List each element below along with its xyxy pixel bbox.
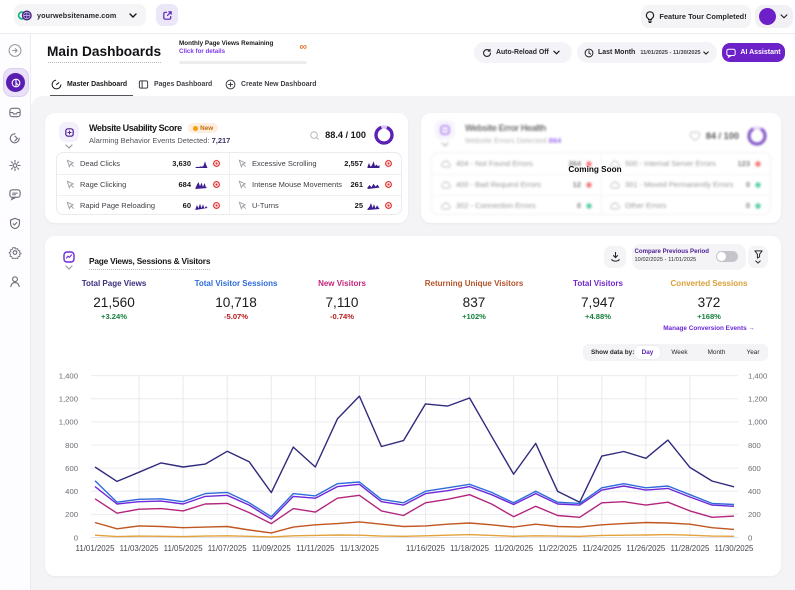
svg-text:11/01/2025: 11/01/2025 [76,544,116,553]
svg-text:800: 800 [748,441,761,450]
svg-text:0: 0 [74,533,78,542]
svg-text:11/03/2025: 11/03/2025 [120,544,160,553]
svg-text:11/18/2025: 11/18/2025 [450,544,490,553]
svg-text:11/26/2025: 11/26/2025 [626,544,666,553]
svg-text:1,000: 1,000 [59,418,78,427]
svg-text:11/16/2025: 11/16/2025 [406,544,446,553]
svg-text:600: 600 [65,464,78,473]
svg-text:11/05/2025: 11/05/2025 [164,544,204,553]
svg-text:11/07/2025: 11/07/2025 [208,544,248,553]
svg-text:11/13/2025: 11/13/2025 [340,544,380,553]
svg-text:1,400: 1,400 [59,371,78,380]
svg-text:200: 200 [748,510,761,519]
svg-text:11/09/2025: 11/09/2025 [252,544,292,553]
svg-text:1,200: 1,200 [59,395,78,404]
svg-text:0: 0 [748,533,752,542]
svg-text:11/20/2025: 11/20/2025 [494,544,534,553]
svg-text:1,000: 1,000 [748,418,767,427]
svg-text:200: 200 [65,510,78,519]
svg-text:400: 400 [748,487,761,496]
svg-text:600: 600 [748,464,761,473]
svg-text:11/28/2025: 11/28/2025 [670,544,710,553]
svg-text:11/24/2025: 11/24/2025 [582,544,622,553]
svg-text:11/30/2025: 11/30/2025 [715,544,755,553]
svg-text:800: 800 [65,441,78,450]
svg-text:11/22/2025: 11/22/2025 [538,544,578,553]
svg-text:1,400: 1,400 [748,371,767,380]
svg-text:400: 400 [65,487,78,496]
svg-text:1,200: 1,200 [748,395,767,404]
svg-text:11/11/2025: 11/11/2025 [296,544,335,553]
